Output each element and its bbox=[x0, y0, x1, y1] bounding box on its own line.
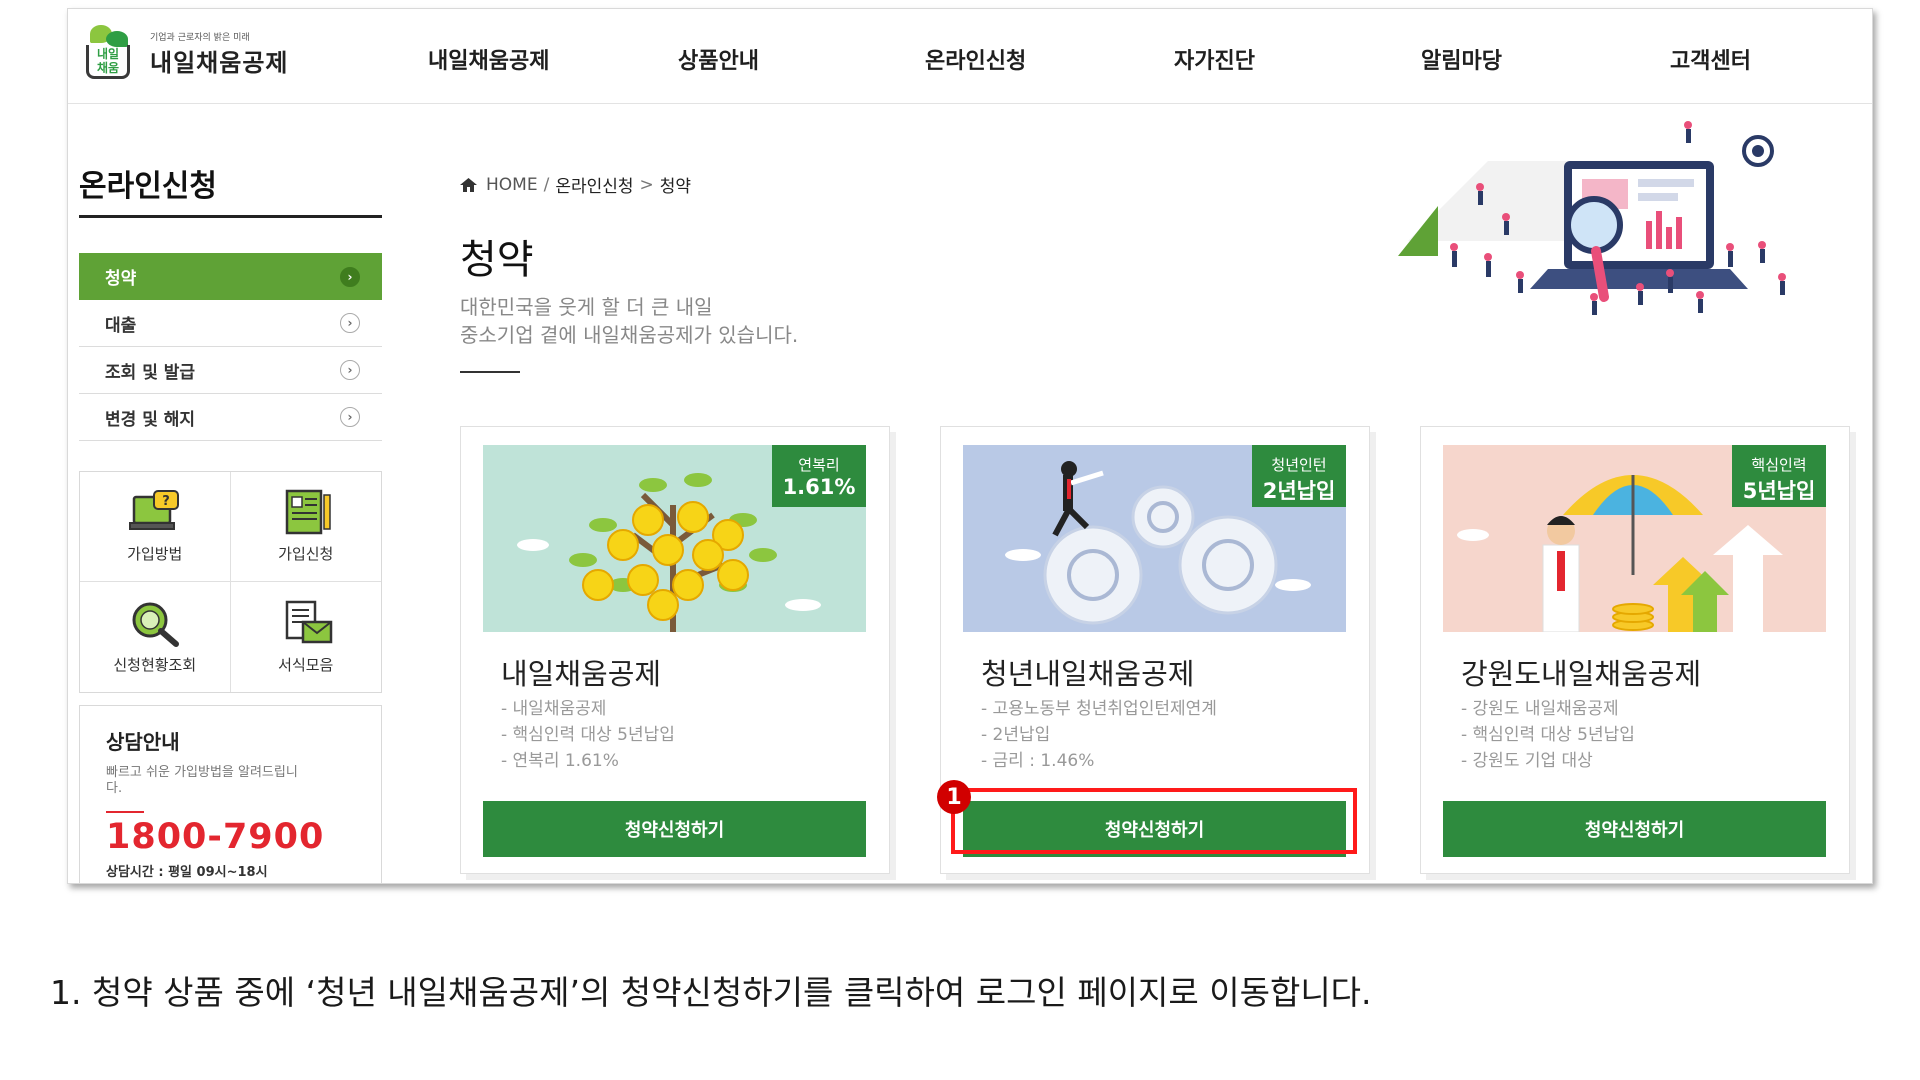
sidebar-divider bbox=[79, 215, 382, 218]
product-card-tomorrow: 연복리 1.61% 내일채움공제 - 내일채움공제 - 핵심인력 대상 5년납입… bbox=[460, 426, 890, 874]
consult-description: 빠르고 쉬운 가입방법을 알려드립니다. bbox=[106, 765, 298, 796]
page-description-line: 대한민국을 웃게 할 더 큰 내일 bbox=[460, 295, 713, 319]
quick-link-how-to-join[interactable]: ? 가입방법 bbox=[80, 472, 231, 582]
term-badge: 핵심인력 5년납입 bbox=[1732, 445, 1826, 507]
quick-link-label: 신청현황조회 bbox=[113, 655, 197, 674]
badge-value: 2년납입 bbox=[1262, 479, 1336, 503]
sidebar-item-loan[interactable]: 대출 › bbox=[79, 300, 382, 347]
product-feature: - 강원도 기업 대상 bbox=[1461, 751, 1593, 771]
svg-text:?: ? bbox=[162, 494, 170, 509]
product-feature: - 내일채움공제 bbox=[501, 699, 607, 719]
product-card-gangwon: 핵심인력 5년납입 강원도내일채움공제 - 강원도 내일채움공제 - 핵심인력 … bbox=[1420, 426, 1850, 874]
sidebar-item-change[interactable]: 변경 및 해지 › bbox=[79, 394, 382, 441]
product-feature: - 금리 : 1.46% bbox=[981, 751, 1095, 771]
nav-item-product-main[interactable]: 내일채움공제 bbox=[428, 43, 549, 75]
chevron-right-icon: › bbox=[340, 407, 360, 427]
magnifier-icon bbox=[132, 602, 179, 647]
logo-title: 내일채움공제 bbox=[150, 49, 289, 77]
product-features: - 강원도 내일채움공제 - 핵심인력 대상 5년납입 - 강원도 기업 대상 bbox=[1461, 696, 1635, 774]
nav-item-online-apply[interactable]: 온라인신청 bbox=[925, 43, 1026, 75]
badge-value: 1.61% bbox=[782, 475, 856, 499]
product-feature: - 고용노동부 청년취업인턴제연계 bbox=[981, 699, 1217, 719]
home-icon[interactable] bbox=[460, 177, 477, 192]
page-description: 대한민국을 웃게 할 더 큰 내일 중소기업 곁에 내일채움공제가 있습니다. bbox=[460, 293, 798, 349]
product-image: 연복리 1.61% bbox=[483, 445, 866, 632]
product-feature: - 핵심인력 대상 5년납입 bbox=[1461, 725, 1635, 745]
term-badge: 청년인턴 2년납입 bbox=[1252, 445, 1346, 507]
sidebar-item-subscription[interactable]: 청약 › bbox=[79, 253, 382, 300]
page-title: 청약 bbox=[460, 237, 534, 283]
product-feature: - 강원도 내일채움공제 bbox=[1461, 699, 1619, 719]
quick-link-label: 가입신청 bbox=[278, 545, 334, 563]
sidebar-item-label: 청약 bbox=[105, 269, 137, 289]
sidebar-item-label: 변경 및 해지 bbox=[105, 409, 196, 430]
sidebar-title: 온라인신청 bbox=[79, 169, 217, 204]
rate-badge: 연복리 1.61% bbox=[772, 445, 866, 507]
consult-title: 상담안내 bbox=[106, 730, 180, 754]
page-description-line: 중소기업 곁에 내일채움공제가 있습니다. bbox=[460, 323, 799, 347]
breadcrumb-separator: / bbox=[543, 174, 550, 195]
highlight-box bbox=[951, 788, 1357, 854]
badge-label: 연복리 bbox=[798, 456, 840, 474]
chevron-right-icon: › bbox=[340, 313, 360, 333]
breadcrumb: HOME / 온라인신청 > 청약 bbox=[460, 172, 691, 197]
sidebar-item-label: 조회 및 발급 bbox=[105, 362, 196, 383]
chevron-right-icon: › bbox=[340, 360, 360, 380]
quick-link-forms[interactable]: 서식모음 bbox=[231, 582, 382, 692]
title-divider bbox=[460, 371, 520, 373]
consultation-box: 상담안내 빠르고 쉬운 가입방법을 알려드립니다. 1800-7900 상담시간… bbox=[79, 705, 382, 883]
product-title: 강원도내일채움공제 bbox=[1461, 657, 1702, 691]
application-form-icon bbox=[285, 489, 331, 535]
product-title: 내일채움공제 bbox=[501, 657, 662, 691]
quick-links: ? 가입방법 가입신청 신청현황조회 서식모음 bbox=[79, 471, 382, 693]
product-image: 핵심인력 5년납입 bbox=[1443, 445, 1826, 632]
badge-label: 청년인턴 bbox=[1271, 456, 1327, 474]
logo-mark-icon: 내일 채움 bbox=[82, 23, 140, 85]
quick-link-label: 서식모음 bbox=[278, 655, 334, 674]
sidebar-menu: 청약 › 대출 › 조회 및 발급 › 변경 및 해지 › bbox=[79, 253, 382, 441]
sidebar-item-label: 대출 bbox=[105, 315, 137, 336]
nav-item-notices[interactable]: 알림마당 bbox=[1421, 43, 1502, 75]
badge-value: 5년납입 bbox=[1742, 479, 1816, 503]
product-feature: - 2년납입 bbox=[981, 725, 1051, 745]
step-marker: 1 bbox=[937, 780, 971, 814]
apply-button[interactable]: 청약신청하기 bbox=[483, 801, 866, 857]
breadcrumb-home[interactable]: HOME bbox=[486, 175, 538, 195]
quick-link-label: 가입방법 bbox=[127, 545, 183, 563]
quick-link-apply[interactable]: 가입신청 bbox=[230, 472, 381, 582]
breadcrumb-section[interactable]: 온라인신청 bbox=[555, 172, 633, 197]
product-feature: - 연복리 1.61% bbox=[501, 751, 619, 771]
browser-page: 내일 채움 기업과 근로자의 밝은 미래 내일채움공제 내일채움공제 상품안내 온… bbox=[67, 8, 1873, 884]
product-image: 청년인턴 2년납입 bbox=[963, 445, 1346, 632]
consult-divider bbox=[106, 811, 144, 813]
instruction-text: 1. 청약 상품 중에 ‘청년 내일채움공제’의 청약신청하기를 클릭하여 로그… bbox=[50, 973, 1372, 1012]
nav-item-product-info[interactable]: 상품안내 bbox=[678, 43, 759, 75]
site-header: 내일 채움 기업과 근로자의 밝은 미래 내일채움공제 내일채움공제 상품안내 온… bbox=[68, 9, 1872, 104]
badge-label: 핵심인력 bbox=[1751, 456, 1807, 474]
quick-link-status[interactable]: 신청현황조회 bbox=[80, 582, 231, 692]
nav-item-customer-center[interactable]: 고객센터 bbox=[1670, 43, 1751, 75]
breadcrumb-separator: > bbox=[639, 174, 654, 195]
product-features: - 내일채움공제 - 핵심인력 대상 5년납입 - 연복리 1.61% bbox=[501, 696, 675, 774]
product-features: - 고용노동부 청년취업인턴제연계 - 2년납입 - 금리 : 1.46% bbox=[981, 696, 1217, 774]
sidebar-item-inquiry[interactable]: 조회 및 발급 › bbox=[79, 347, 382, 394]
documents-mail-icon bbox=[285, 600, 332, 643]
nav-item-self-check[interactable]: 자가진단 bbox=[1174, 43, 1255, 75]
site-logo[interactable]: 내일 채움 기업과 근로자의 밝은 미래 내일채움공제 bbox=[82, 23, 288, 85]
chevron-right-icon: › bbox=[340, 266, 360, 287]
apply-button[interactable]: 청약신청하기 bbox=[1443, 801, 1826, 857]
logo-subtitle: 기업과 근로자의 밝은 미래 bbox=[150, 33, 250, 43]
consult-hours: 상담시간 : 평일 09시~18시 bbox=[106, 865, 268, 880]
question-monitor-icon: ? bbox=[128, 490, 179, 530]
product-feature: - 핵심인력 대상 5년납입 bbox=[501, 725, 675, 745]
hero-illustration bbox=[1398, 121, 1786, 315]
product-title: 청년내일채움공제 bbox=[981, 657, 1195, 691]
breadcrumb-current: 청약 bbox=[659, 177, 692, 197]
consult-phone-number: 1800-7900 bbox=[106, 817, 325, 857]
